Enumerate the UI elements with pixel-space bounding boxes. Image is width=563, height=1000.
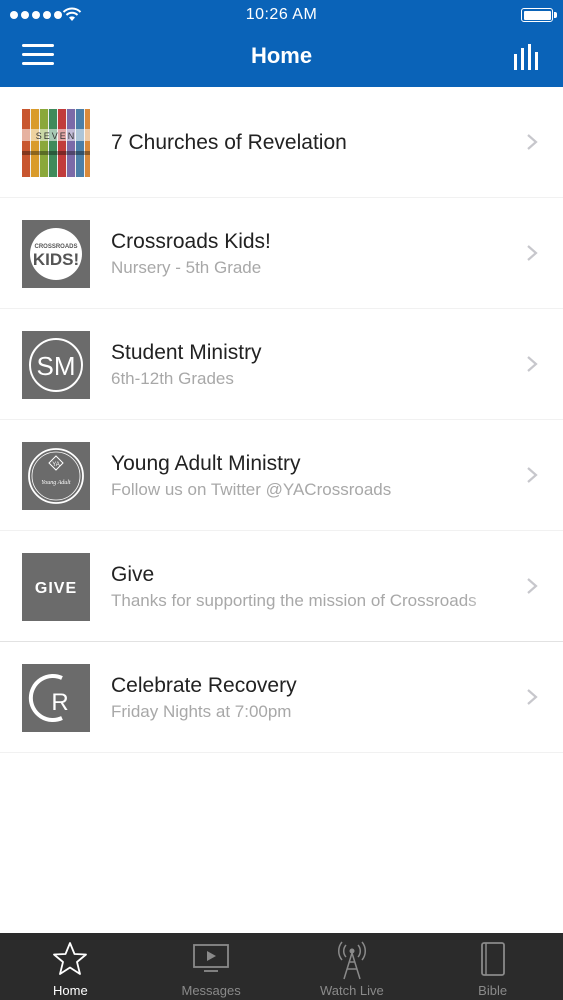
list-item-subtitle: 6th-12th Grades <box>111 368 234 388</box>
give-thumbnail-text: GIVE <box>35 580 77 597</box>
list-item-title: Student Ministry <box>111 340 262 364</box>
ya-thumbnail: YA Young Adult <box>22 442 90 510</box>
seven-thumbnail-text: SEVEN <box>36 131 77 141</box>
tab-label: Bible <box>478 983 508 998</box>
battery-full-icon <box>521 8 557 22</box>
list-item-subtitle: Thanks for supporting the mission of Cro… <box>111 590 477 610</box>
tab-home[interactable]: Home <box>0 933 141 1000</box>
chevron-right-icon <box>527 134 538 150</box>
list-item-student-ministry[interactable]: SM Student Ministry 6th-12th Grades <box>0 309 563 420</box>
home-list: SEVEN 7 Churches of Revelation CROSSROAD… <box>0 87 563 753</box>
list-item-title: 7 Churches of Revelation <box>111 130 347 154</box>
list-item-subtitle: Follow us on Twitter @YACrossroads <box>111 479 392 499</box>
list-item-young-adult-ministry[interactable]: YA Young Adult Young Adult Ministry Foll… <box>0 420 563 531</box>
broadcast-tower-icon <box>337 941 366 980</box>
tab-label: Watch Live <box>319 983 384 998</box>
sm-thumbnail: SM <box>22 331 90 399</box>
book-icon <box>480 942 505 976</box>
chevron-right-icon <box>527 245 538 261</box>
status-time: 10:26 AM <box>245 6 318 23</box>
list-item-title: Give <box>111 562 155 586</box>
status-bar: 10:26 AM <box>0 0 563 30</box>
list-item-subtitle: Friday Nights at 7:00pm <box>111 701 292 721</box>
list-item-subtitle: Nursery - 5th Grade <box>111 257 262 277</box>
list-item-celebrate-recovery[interactable]: R Celebrate Recovery Friday Nights at 7:… <box>0 642 563 753</box>
tab-bible[interactable]: Bible <box>422 933 563 1000</box>
sm-thumbnail-text: SM <box>37 351 76 381</box>
tab-label: Home <box>53 983 88 998</box>
seven-thumbnail: SEVEN <box>22 109 90 177</box>
cr-thumbnail: R <box>22 664 90 732</box>
tab-bar: Home Messages Watch Live Bible <box>0 933 563 1000</box>
list-item-title: Crossroads Kids! <box>111 229 271 253</box>
cr-thumbnail-text: R <box>51 689 68 716</box>
svg-text:KIDS!: KIDS! <box>33 250 79 269</box>
ya-thumbnail-text: YA <box>52 462 60 468</box>
chevron-right-icon <box>527 689 538 705</box>
list-item-give[interactable]: GIVE Give Thanks for supporting the miss… <box>0 531 563 642</box>
list-item-title: Young Adult Ministry <box>111 451 301 475</box>
kids-thumbnail: CROSSROADS KIDS! <box>22 220 90 288</box>
tab-label: Messages <box>181 983 241 998</box>
tab-messages[interactable]: Messages <box>141 933 282 1000</box>
tv-play-icon <box>193 944 230 972</box>
tab-watch-live[interactable]: Watch Live <box>282 933 423 1000</box>
list-item-7-churches[interactable]: SEVEN 7 Churches of Revelation <box>0 87 563 198</box>
page-title: Home <box>250 43 313 68</box>
hamburger-menu-icon[interactable] <box>22 44 54 70</box>
app-header: 10:26 AM Home <box>0 0 563 87</box>
give-thumbnail: GIVE <box>22 553 90 621</box>
chevron-right-icon <box>527 467 538 483</box>
star-icon <box>53 942 88 975</box>
svg-text:Young Adult: Young Adult <box>41 480 71 486</box>
chevron-right-icon <box>527 578 538 594</box>
bar-chart-icon[interactable] <box>513 44 539 70</box>
list-item-title: Celebrate Recovery <box>111 673 297 697</box>
chevron-right-icon <box>527 356 538 372</box>
list-item-crossroads-kids[interactable]: CROSSROADS KIDS! Crossroads Kids! Nurser… <box>0 198 563 309</box>
